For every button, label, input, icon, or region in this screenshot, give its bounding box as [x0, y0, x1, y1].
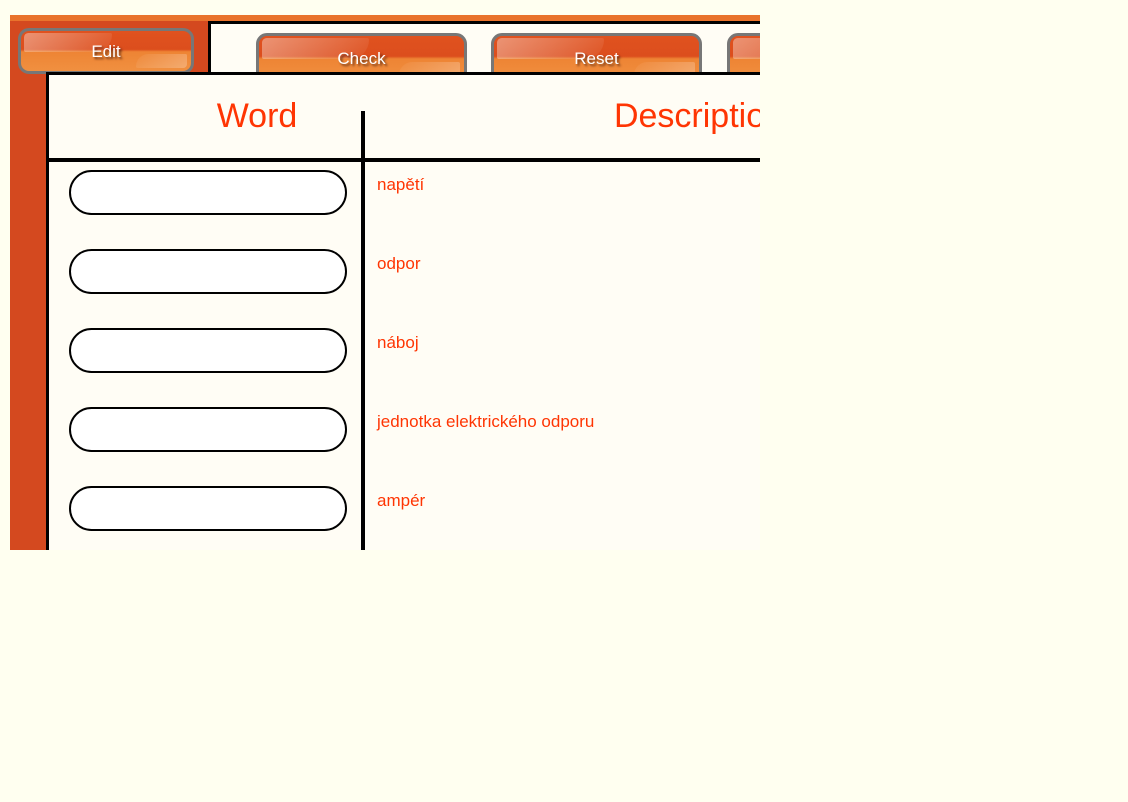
table-row: náboj [49, 321, 760, 400]
column-header-word: Word [216, 97, 298, 135]
word-input-5[interactable] [69, 486, 347, 531]
word-description-table: Word Description napětí odpor náboj [46, 75, 760, 550]
column-header-description: Description [613, 97, 760, 135]
page-root: Edit Check Reset Word Description napětí [0, 0, 1128, 802]
content-card: Word Description napětí odpor náboj [46, 72, 760, 550]
description-cell-3: náboj [377, 333, 419, 352]
description-cell-2: odpor [377, 254, 421, 273]
table-row: napětí [49, 163, 760, 242]
check-button-label: Check [337, 48, 386, 68]
table-row: jednotka elektrického odporu [49, 400, 760, 479]
word-input-1[interactable] [69, 170, 347, 215]
word-input-3[interactable] [69, 328, 347, 373]
header-divider-rule [46, 158, 760, 162]
table-row: ampér [49, 479, 760, 550]
tab-edit[interactable]: Edit [18, 28, 194, 74]
table-row: odpor [49, 242, 760, 321]
reset-button-label: Reset [574, 48, 619, 68]
tab-edit-label: Edit [91, 41, 121, 61]
description-cell-1: napětí [377, 175, 425, 194]
word-input-2[interactable] [69, 249, 347, 294]
description-cell-5: ampér [377, 491, 426, 510]
description-cell-4: jednotka elektrického odporu [377, 412, 595, 431]
application-viewport: Edit Check Reset Word Description napětí [0, 0, 760, 550]
word-input-4[interactable] [69, 407, 347, 452]
